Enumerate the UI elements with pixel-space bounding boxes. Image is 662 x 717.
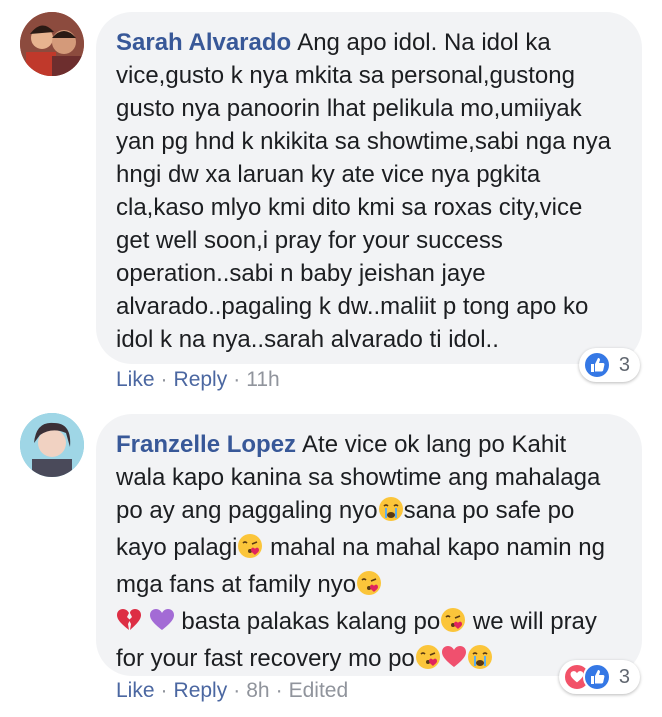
avatar[interactable] [20, 413, 84, 477]
reaction-badge[interactable]: 3 [558, 660, 640, 694]
separator: · [160, 368, 168, 391]
reply-button[interactable]: Reply [174, 368, 228, 391]
like-icon [582, 351, 611, 379]
like-icon [582, 663, 611, 691]
like-button[interactable]: Like [116, 679, 155, 702]
reaction-count: 3 [618, 665, 630, 688]
edited-label[interactable]: Edited [289, 679, 349, 702]
separator: · [233, 368, 241, 391]
comment-text-part: basta palakas kalang po [174, 608, 441, 635]
kiss-emoji-icon [415, 644, 441, 679]
comment-actions: Like · Reply · 8h · Edited [116, 679, 348, 703]
comment-bubble: Sarah Alvarado Ang apo idol. Na idol ka v… [96, 12, 642, 364]
timestamp[interactable]: 11h [246, 368, 279, 391]
comment-author[interactable]: Sarah Alvarado [116, 29, 291, 56]
kiss-emoji-icon [237, 533, 263, 568]
crying-face-emoji-icon [467, 644, 493, 679]
like-button[interactable]: Like [116, 368, 155, 391]
reply-button[interactable]: Reply [174, 679, 228, 702]
timestamp[interactable]: 8h [246, 679, 269, 702]
kiss-emoji-icon [356, 570, 382, 605]
kiss-emoji-icon [440, 607, 466, 642]
crying-face-emoji-icon [378, 496, 404, 531]
avatar[interactable] [20, 12, 84, 76]
comment-author[interactable]: Franzelle Lopez [116, 431, 296, 458]
comment-text: Ang apo idol. Na idol ka vice,gusto k ny… [116, 29, 618, 353]
separator: · [233, 679, 241, 702]
comment-bubble: Franzelle Lopez Ate vice ok lang po Kahit… [96, 414, 642, 676]
comment-actions: Like · Reply · 11h [116, 368, 280, 392]
broken-heart-emoji-icon [116, 607, 142, 642]
red-heart-emoji-icon [441, 644, 467, 679]
reaction-badge[interactable]: 3 [578, 348, 640, 382]
purple-heart-emoji-icon [149, 607, 175, 642]
separator: · [160, 679, 168, 702]
separator: · [275, 679, 283, 702]
reaction-count: 3 [618, 353, 630, 376]
